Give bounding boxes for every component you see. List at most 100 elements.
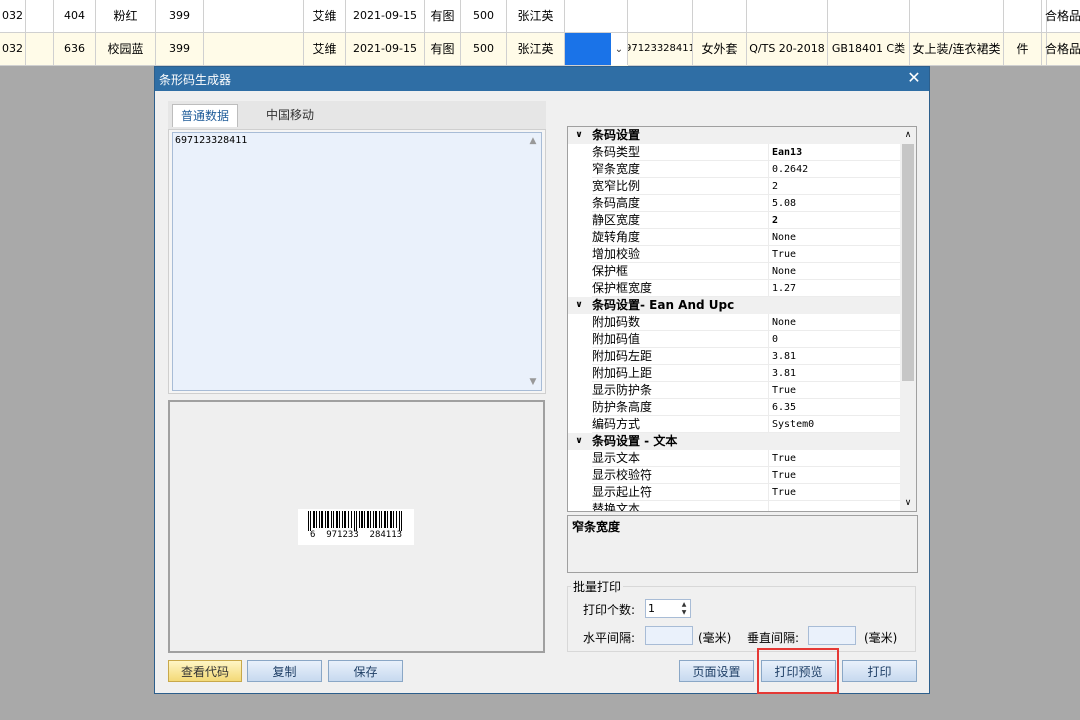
grid-cell[interactable]: 032 xyxy=(0,33,26,66)
property-value[interactable]: None xyxy=(768,314,901,331)
scroll-down-icon[interactable]: ∨ xyxy=(900,495,916,511)
property-row[interactable]: 显示校验符 True xyxy=(568,467,901,484)
grid-cell[interactable]: 女上装/连衣裙类 xyxy=(910,33,1004,66)
grid-cell[interactable] xyxy=(565,0,628,33)
grid-cell[interactable]: 有图 xyxy=(425,33,461,66)
grid-cell[interactable]: 399 xyxy=(156,33,204,66)
print-count-stepper[interactable]: ▲ ▼ xyxy=(645,599,691,618)
grid-cell[interactable]: 校园蓝 xyxy=(96,33,156,66)
property-row[interactable]: 条码类型 Ean13 xyxy=(568,144,901,161)
grid-cell[interactable]: 合格品 xyxy=(1045,0,1080,33)
textarea-scrollbar[interactable]: ▲ ▼ xyxy=(526,134,540,389)
property-row[interactable]: 窄条宽度 0.2642 xyxy=(568,161,901,178)
property-row[interactable]: 静区宽度 2 xyxy=(568,212,901,229)
scroll-thumb[interactable] xyxy=(902,144,914,381)
property-row[interactable]: 附加码左距 3.81 xyxy=(568,348,901,365)
dialog-titlebar[interactable]: 条形码生成器 ✕ xyxy=(155,67,929,91)
property-row[interactable]: 显示起止符 True xyxy=(568,484,901,501)
print-count-input[interactable] xyxy=(648,601,676,616)
grid-cell[interactable]: 404 xyxy=(54,0,96,33)
propgrid-category[interactable]: ∨ 条码设置- Ean And Upc xyxy=(568,297,901,314)
grid-cell[interactable] xyxy=(26,0,54,33)
chevron-down-icon[interactable]: ∨ xyxy=(572,127,586,144)
grid-cell[interactable] xyxy=(828,0,910,33)
close-icon[interactable]: ✕ xyxy=(905,69,923,87)
property-row[interactable]: 编码方式 System0 xyxy=(568,416,901,433)
propgrid-category[interactable]: ∨ 条码设置 - 文本 xyxy=(568,433,901,450)
property-value[interactable]: True xyxy=(768,246,901,263)
property-row[interactable]: 旋转角度 None xyxy=(568,229,901,246)
property-value[interactable]: 6.35 xyxy=(768,399,901,416)
scroll-down-icon[interactable]: ▼ xyxy=(526,375,540,389)
property-row[interactable]: 保护框宽度 1.27 xyxy=(568,280,901,297)
barcode-data-input[interactable]: 697123328411 xyxy=(172,132,542,391)
property-row[interactable]: 显示文本 True xyxy=(568,450,901,467)
grid-cell[interactable] xyxy=(628,0,693,33)
print-preview-button[interactable]: 打印预览 xyxy=(761,660,836,682)
grid-cell[interactable] xyxy=(1004,0,1042,33)
chevron-down-icon[interactable]: ∨ xyxy=(572,297,586,314)
grid-cell[interactable] xyxy=(747,0,828,33)
property-value[interactable]: Ean13 xyxy=(768,144,901,161)
grid-cell-selected[interactable] xyxy=(565,33,611,66)
grid-cell[interactable]: 艾维 xyxy=(304,0,346,33)
property-value[interactable]: True xyxy=(768,467,901,484)
save-button[interactable]: 保存 xyxy=(328,660,403,682)
property-row[interactable]: 替换文本 xyxy=(568,501,901,511)
property-row[interactable]: 附加码上距 3.81 xyxy=(568,365,901,382)
propgrid-scrollbar[interactable]: ∧ ∨ xyxy=(900,127,916,511)
grid-cell[interactable]: 032 xyxy=(0,0,26,33)
grid-cell[interactable]: Q/TS 20-2018 xyxy=(747,33,828,66)
propgrid-category[interactable]: ∨ 条码设置 xyxy=(568,127,901,144)
property-value[interactable]: True xyxy=(768,382,901,399)
chevron-down-icon[interactable]: ▼ xyxy=(679,609,689,617)
grid-cell[interactable]: 636 xyxy=(54,33,96,66)
property-value[interactable]: 2 xyxy=(768,212,901,229)
grid-cell[interactable] xyxy=(204,0,304,33)
property-row[interactable]: 显示防护条 True xyxy=(568,382,901,399)
grid-cell[interactable]: 有图 xyxy=(425,0,461,33)
grid-cell[interactable]: 6971233284113 xyxy=(628,33,693,66)
property-row[interactable]: 条码高度 5.08 xyxy=(568,195,901,212)
chevron-down-icon[interactable]: ∨ xyxy=(572,433,586,450)
property-row[interactable]: 增加校验 True xyxy=(568,246,901,263)
h-gap-field[interactable] xyxy=(645,626,694,645)
v-gap-input[interactable] xyxy=(809,627,857,644)
property-value[interactable]: True xyxy=(768,450,901,467)
property-value[interactable]: 1.27 xyxy=(768,280,901,297)
print-button[interactable]: 打印 xyxy=(842,660,917,682)
property-row[interactable]: 宽窄比例 2 xyxy=(568,178,901,195)
property-value[interactable]: True xyxy=(768,484,901,501)
v-gap-field[interactable] xyxy=(808,626,857,645)
property-row[interactable]: 防护条高度 6.35 xyxy=(568,399,901,416)
grid-cell[interactable]: 张江英 xyxy=(507,33,565,66)
property-row[interactable]: 保护框 None xyxy=(568,263,901,280)
property-value[interactable]: None xyxy=(768,229,901,246)
grid-cell[interactable]: GB18401 C类 xyxy=(828,33,910,66)
h-gap-input[interactable] xyxy=(646,627,694,644)
scroll-up-icon[interactable]: ∧ xyxy=(900,127,916,143)
grid-cell[interactable] xyxy=(693,0,747,33)
grid-cell[interactable]: 艾维 xyxy=(304,33,346,66)
grid-cell[interactable]: 500 xyxy=(461,0,507,33)
grid-cell[interactable] xyxy=(204,33,304,66)
view-code-button[interactable]: 查看代码 xyxy=(168,660,242,682)
chevron-up-icon[interactable]: ▲ xyxy=(679,601,689,609)
grid-cell[interactable]: 合格品 xyxy=(1045,33,1080,66)
scroll-up-icon[interactable]: ▲ xyxy=(526,134,540,148)
grid-cell[interactable]: 399 xyxy=(156,0,204,33)
property-row[interactable]: 附加码数 None xyxy=(568,314,901,331)
property-value[interactable]: 0.2642 xyxy=(768,161,901,178)
property-row[interactable]: 附加码值 0 xyxy=(568,331,901,348)
property-value[interactable]: 2 xyxy=(768,178,901,195)
grid-cell[interactable] xyxy=(26,33,54,66)
page-setup-button[interactable]: 页面设置 xyxy=(679,660,754,682)
grid-row[interactable]: 032 636 校园蓝 399 艾维 2021-09-15 有图 500 张江英… xyxy=(0,33,1080,66)
property-value[interactable]: System0 xyxy=(768,416,901,433)
grid-cell[interactable]: 件 xyxy=(1004,33,1042,66)
property-value[interactable]: 5.08 xyxy=(768,195,901,212)
grid-cell[interactable]: 张江英 xyxy=(507,0,565,33)
property-value[interactable]: 3.81 xyxy=(768,365,901,382)
property-value[interactable]: 3.81 xyxy=(768,348,901,365)
grid-cell[interactable]: 女外套 xyxy=(693,33,747,66)
